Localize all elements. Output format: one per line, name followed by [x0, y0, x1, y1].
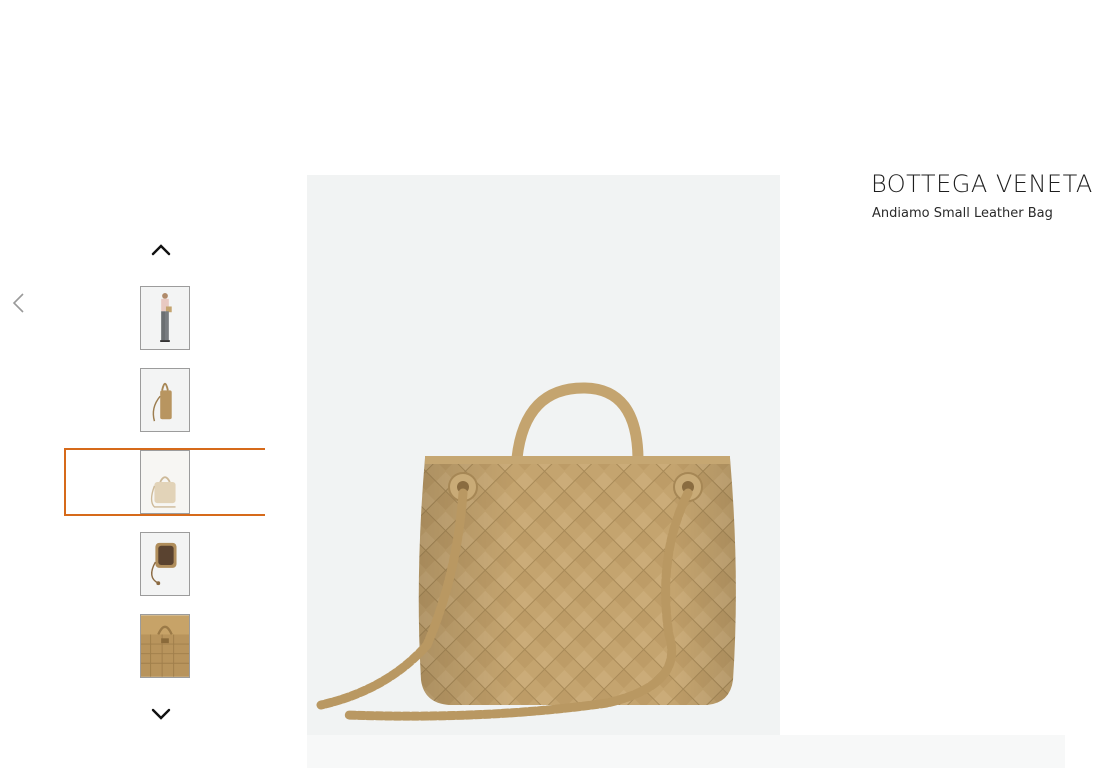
thumbnail-scroll-down-button[interactable] — [149, 704, 173, 724]
thumbnail-image-detail — [141, 615, 189, 677]
product-image-bag — [307, 175, 780, 735]
thumbnail-image-model — [141, 287, 189, 349]
thumbnail-image-open — [141, 533, 189, 595]
thumbnail-scroll-up-button[interactable] — [149, 240, 173, 260]
thumbnail-1[interactable] — [140, 286, 190, 350]
thumbnail-4[interactable] — [140, 532, 190, 596]
chevron-down-icon — [151, 708, 171, 720]
chevron-left-icon — [12, 293, 24, 313]
brand-name: BOTTEGA VENETA — [871, 170, 1093, 198]
gallery-bottom-strip — [307, 735, 1065, 768]
thumbnail-5[interactable] — [140, 614, 190, 678]
product-name: Andiamo Small Leather Bag — [872, 206, 1053, 221]
previous-arrow[interactable] — [9, 290, 29, 316]
thumbnail-3[interactable] — [140, 450, 190, 514]
main-product-image[interactable] — [307, 175, 780, 735]
chevron-up-icon — [151, 244, 171, 256]
thumbnail-2[interactable] — [140, 368, 190, 432]
thumbnail-image-front — [141, 451, 189, 513]
thumbnail-image-side — [141, 369, 189, 431]
